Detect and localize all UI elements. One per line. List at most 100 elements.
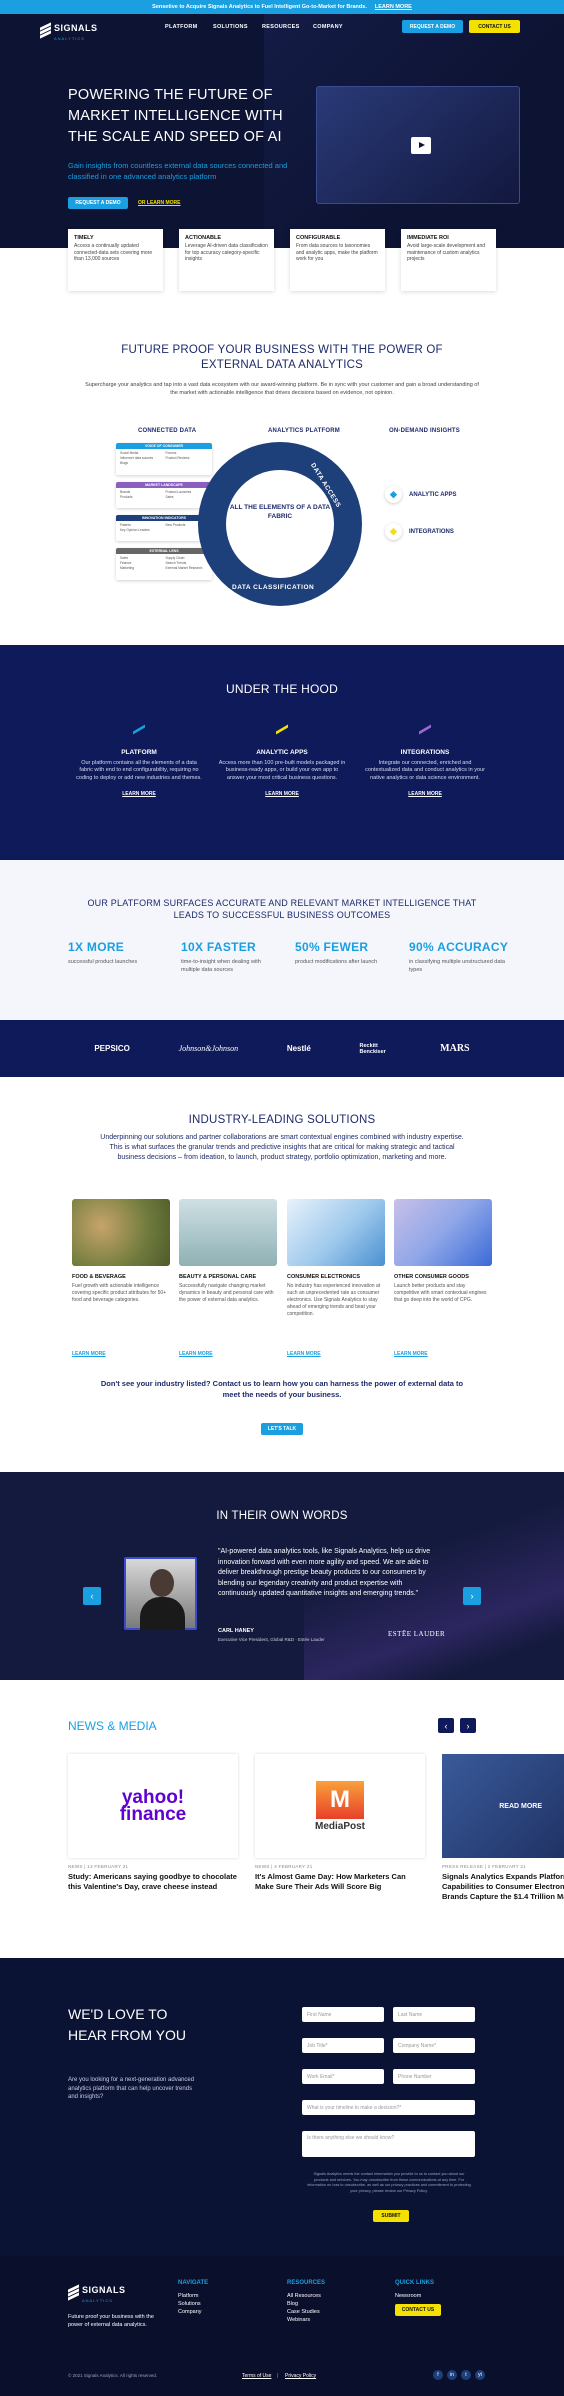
footer-link[interactable]: Newsroom [395,2292,441,2300]
company-name-field[interactable]: Company Name* [393,2038,475,2053]
terms-link[interactable]: Terms of Use [242,2373,271,2379]
play-icon[interactable] [411,137,431,154]
mediapost-logo: MediaPost [314,1820,365,1832]
timeline-select[interactable]: What is your timeline to make a decision… [302,2100,475,2115]
stat-text: time-to-insight when dealing with multip… [181,959,261,973]
hero-learn-more-link[interactable]: OR LEARN MORE [138,200,181,206]
footer-logo[interactable]: SIGNALS ANALYTICS [68,2280,126,2303]
industry-card-title: FOOD & BEVERAGE [72,1274,126,1280]
nav-resources[interactable]: RESOURCES [262,24,300,30]
stat-value: 50% FEWER [295,940,369,954]
main-nav: SIGNALS ANALYTICS PLATFORM SOLUTIONS RESO… [0,14,564,41]
chevron-left-icon: ‹ [444,1720,448,1731]
stat-value: 10X FASTER [181,940,257,954]
news-title: NEWS & MEDIA [68,1719,157,1733]
stat-item: 1X MORE successful product launches [68,940,168,967]
testimonial-avatar [124,1557,197,1630]
yahoo-finance-logo: yahoo! finance [119,1787,187,1825]
analytic-apps-icon [218,724,346,743]
news-card[interactable]: M MediaPost NEWS | 4 FEBRUARY 21 It's Al… [255,1754,425,1892]
stat-item: 50% FEWER product modifications after lau… [295,940,395,967]
feature-card: ACTIONABLE Leverage AI-driven data classi… [179,229,274,291]
industry-learn-more-link[interactable]: LEARN MORE [287,1351,321,1357]
future-title: FUTURE PROOF YOUR BUSINESS WITH THE POWE… [121,344,443,371]
nav-platform[interactable]: PLATFORM [165,24,198,30]
testimonial-next-button[interactable]: › [463,1587,481,1605]
industry-card-title: BEAUTY & PERSONAL CARE [179,1274,257,1280]
industry-learn-more-link[interactable]: LEARN MORE [394,1351,428,1357]
footer-link[interactable]: Solutions [178,2300,208,2308]
lets-talk-button[interactable]: LET'S TALK [261,1423,303,1435]
logo-pepsico: PEPSICO [94,1044,130,1053]
request-demo-button[interactable]: REQUEST A DEMO [402,20,463,33]
insight-integrations: ◆ INTEGRATIONS [385,523,454,540]
footer-link[interactable]: Company [178,2308,208,2316]
testimonial-prev-button[interactable]: ‹ [83,1587,101,1605]
hood-col-title: PLATFORM [121,749,157,756]
news-next-button[interactable]: › [460,1718,476,1733]
hood-col-platform: PLATFORM Our platform contains all the e… [75,724,203,800]
stat-value: 90% ACCURACY [409,940,509,954]
nav-solutions[interactable]: SOLUTIONS [213,24,248,30]
analytic-apps-icon: ◆ [385,486,402,503]
message-textarea[interactable]: Is there anything else we should know? [302,2131,475,2157]
footer-col-quick-links: QUICK LINKS Newsroom CONTACT US [395,2280,441,2316]
feature-title: IMMEDIATE ROI [407,235,449,241]
industry-learn-more-link[interactable]: LEARN MORE [179,1351,213,1357]
signals-logo-icon [68,2284,79,2301]
feature-cards: TIMELY Access a continually updated conne… [68,229,498,291]
footer-link[interactable]: Platform [178,2292,208,2300]
insight-analytic-apps: ◆ ANALYTIC APPS [385,486,457,503]
brand-logo[interactable]: SIGNALS ANALYTICS [40,18,98,41]
integrations-icon: ◆ [385,523,402,540]
hood-learn-more-link[interactable]: LEARN MORE [408,791,442,797]
footer-col-title: QUICK LINKS [395,2280,434,2286]
hood-learn-more-link[interactable]: LEARN MORE [122,791,156,797]
news-headline: Signals Analytics Expands Platform Insig… [442,1872,564,1901]
logo-johnson: Johnson&Johnson [178,1044,239,1053]
news-image: READ MORE [442,1754,564,1858]
news-meta: NEWS | 13 FEBRUARY 21 [68,1864,129,1869]
testimonial-name: CARL HANEY [218,1628,254,1634]
hood-learn-more-link[interactable]: LEARN MORE [265,791,299,797]
outcomes-title: OUR PLATFORM SURFACES ACCURATE AND RELEV… [87,898,477,920]
footer-link[interactable]: All Resources [287,2292,325,2300]
nav-company[interactable]: COMPANY [313,24,343,30]
news-card[interactable]: READ MORE PRESS RELEASE | 2 FEBRUARY 21 … [442,1754,564,1902]
announcement-link[interactable]: LEARN MORE [375,4,412,10]
hero-demo-button[interactable]: REQUEST A DEMO [68,197,128,209]
footer-link[interactable]: Blog [287,2300,325,2308]
news-headline: It's Almost Game Day: How Marketers Can … [255,1872,406,1891]
analytics-platform-heading: ANALYTICS PLATFORM [268,428,340,434]
industry-card-food: FOOD & BEVERAGE Fuel growth with actiona… [72,1199,170,1357]
data-item: Marketing [120,565,134,570]
footer-link[interactable]: Case Studies [287,2308,325,2316]
hood-col-text: Access more than 100 pre-built models pa… [218,760,346,781]
twitter-icon[interactable]: t [461,2370,471,2380]
submit-button[interactable]: SUBMIT [373,2210,409,2222]
data-group-market-landscape: MARKET LANDSCAPE Brands Product Launches P… [116,482,212,508]
footer-link[interactable]: Webinars [287,2316,325,2324]
phone-number-field[interactable]: Phone Number [393,2069,475,2084]
industry-cta-text: Don't see your industry listed? Contact … [100,1379,464,1399]
industry-text: Underpinning our solutions and partner c… [100,1134,464,1161]
first-name-field[interactable]: First Name [302,2007,384,2022]
linkedin-icon[interactable]: in [447,2370,457,2380]
news-card[interactable]: yahoo! finance NEWS | 13 FEBRUARY 21 Stu… [68,1754,238,1892]
facebook-icon[interactable]: f [433,2370,443,2380]
hero-video[interactable] [316,86,520,204]
industry-card-consumer-goods: OTHER CONSUMER GOODS Launch better produ… [394,1199,492,1357]
job-title-field[interactable]: Job Title* [302,2038,384,2053]
footer-contact-button[interactable]: CONTACT US [395,2304,441,2316]
youtube-icon[interactable]: yt [475,2370,485,2380]
last-name-field[interactable]: Last Name [393,2007,475,2022]
news-prev-button[interactable]: ‹ [438,1718,454,1733]
electronics-image [287,1199,385,1266]
estee-lauder-logo: ESTĒE LAUDER [388,1630,446,1638]
privacy-link[interactable]: Privacy Policy [285,2373,316,2379]
contact-us-button[interactable]: CONTACT US [469,20,520,33]
footer-col-title: RESOURCES [287,2280,326,2286]
read-more-label: READ MORE [499,1802,542,1810]
work-email-field[interactable]: Work Email* [302,2069,384,2084]
industry-learn-more-link[interactable]: LEARN MORE [72,1351,106,1357]
